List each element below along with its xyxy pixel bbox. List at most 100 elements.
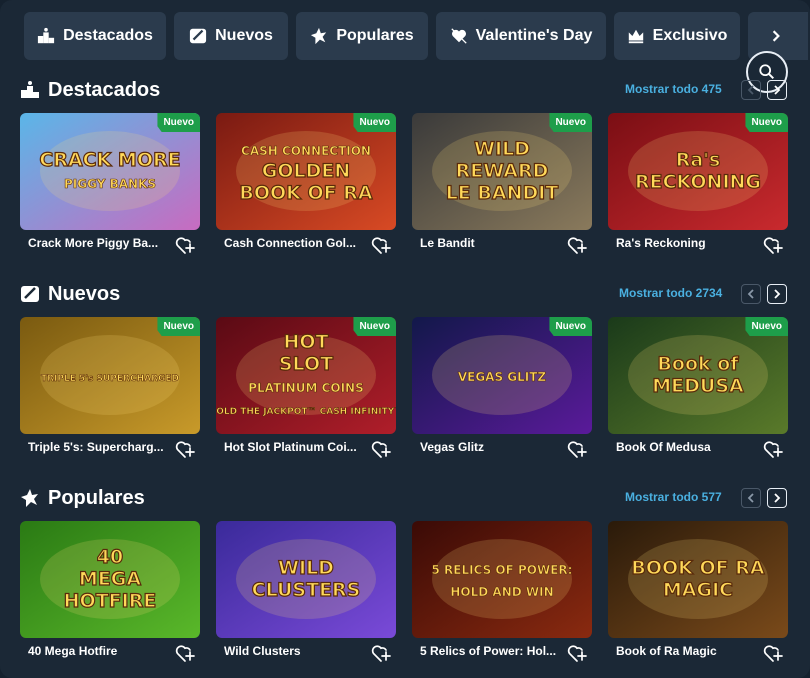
card-footer: Triple 5's: Supercharg...: [20, 438, 200, 464]
game-thumbnail[interactable]: TRIPLE 5's SUPERCHARGED Nuevo: [20, 317, 200, 434]
new-badge: Nuevo: [549, 113, 592, 132]
section-title: Destacados: [48, 78, 161, 101]
game-card[interactable]: HOT SLOT PLATINUM COINS HOLD THE JACKPOT™ C…: [216, 317, 396, 464]
tab-exclusivo[interactable]: Exclusivo: [614, 12, 740, 60]
chevron-right-icon: [772, 30, 780, 42]
star-burst-icon: [311, 27, 327, 45]
game-thumbnail[interactable]: BOOK OF RA MAGIC: [608, 521, 788, 638]
show-all-link[interactable]: Mostrar todo 475: [625, 82, 722, 96]
game-thumbnail[interactable]: 40 MEGA HOTFIRE: [20, 521, 200, 638]
show-all-link[interactable]: Mostrar todo 2734: [619, 286, 722, 300]
tab-label: Populares: [336, 27, 414, 44]
new-badge: Nuevo: [157, 317, 200, 336]
favorite-add-icon[interactable]: [566, 234, 588, 256]
game-name: 40 Mega Hotfire: [28, 644, 118, 658]
favorite-add-icon[interactable]: [174, 642, 196, 664]
favorite-add-icon[interactable]: [566, 438, 588, 460]
game-card[interactable]: 5 RELICS OF POWER: HOLD AND WIN 5 Relics o…: [412, 521, 592, 668]
favorite-add-icon[interactable]: [370, 234, 392, 256]
game-thumbnail[interactable]: CRACK MORE PIGGY BANKS Nuevo: [20, 113, 200, 230]
artwork-text: PLATINUM COINS: [248, 381, 364, 395]
card-footer: Cash Connection Gol...: [216, 234, 396, 260]
chevron-right-icon: [774, 85, 781, 95]
game-card[interactable]: CASH CONNECTION GOLDEN BOOK OF RA Nuevo Cash…: [216, 113, 396, 260]
category-tabs: Destacados Nuevos Populares Valentine's …: [24, 12, 808, 60]
artwork-text: REWARD: [456, 160, 549, 182]
game-carousel: CRACK MORE PIGGY BANKS Nuevo Crack More Pig…: [20, 113, 790, 254]
artwork-text: WILD: [278, 557, 334, 579]
favorite-add-icon[interactable]: [174, 234, 196, 256]
game-card[interactable]: VEGAS GLITZ Nuevo Vegas Glitz: [412, 317, 592, 464]
game-thumbnail[interactable]: HOT SLOT PLATINUM COINS HOLD THE JACKPOT™ C…: [216, 317, 396, 434]
favorite-add-icon[interactable]: [370, 642, 392, 664]
new-tag-icon: [21, 286, 39, 302]
game-artwork: BOOK OF RAMAGIC: [608, 521, 788, 638]
game-name: 5 Relics of Power: Hol...: [420, 644, 557, 658]
artwork-text: Ra's: [676, 149, 721, 171]
artwork-text: MEDUSA: [652, 375, 744, 397]
favorite-add-icon[interactable]: [370, 438, 392, 460]
game-carousel: TRIPLE 5's SUPERCHARGED Nuevo Triple 5's: …: [20, 317, 790, 458]
new-badge: Nuevo: [549, 317, 592, 336]
game-thumbnail[interactable]: Ra's RECKONING Nuevo: [608, 113, 788, 230]
new-badge: Nuevo: [353, 113, 396, 132]
artwork-text: HOLD AND WIN: [450, 585, 553, 599]
game-name: Cash Connection Gol...: [224, 236, 357, 250]
artwork-text: MAGIC: [663, 579, 733, 601]
tab-destacados[interactable]: Destacados: [24, 12, 166, 60]
favorite-add-icon[interactable]: [762, 642, 784, 664]
game-carousel: 40 MEGA HOTFIRE 40 Mega Hotfire WILD CLUSTERS…: [20, 521, 790, 662]
prev-arrow-button[interactable]: [741, 284, 761, 304]
favorite-add-icon[interactable]: [762, 234, 784, 256]
card-footer: Book Of Medusa: [608, 438, 788, 464]
game-card[interactable]: Ra's RECKONING Nuevo Ra's Reckoning: [608, 113, 788, 260]
heart-arrow-icon: [450, 28, 467, 44]
show-all-link[interactable]: Mostrar todo 577: [625, 490, 722, 504]
section-header: Populares: [20, 484, 145, 512]
prev-arrow-button[interactable]: [741, 488, 761, 508]
tab-nuevos[interactable]: Nuevos: [174, 12, 288, 60]
card-footer: 40 Mega Hotfire: [20, 642, 200, 668]
tab-label: Destacados: [63, 27, 153, 44]
game-card[interactable]: CRACK MORE PIGGY BANKS Nuevo Crack More Pig…: [20, 113, 200, 260]
game-name: Le Bandit: [420, 236, 475, 250]
tab-label: Valentine's Day: [475, 27, 593, 44]
card-footer: Le Bandit: [412, 234, 592, 260]
game-name: Crack More Piggy Ba...: [28, 236, 159, 250]
chevron-right-icon: [774, 289, 781, 299]
game-name: Ra's Reckoning: [616, 236, 706, 250]
game-thumbnail[interactable]: CASH CONNECTION GOLDEN BOOK OF RA Nuevo: [216, 113, 396, 230]
crown-icon: [628, 29, 643, 44]
game-card[interactable]: TRIPLE 5's SUPERCHARGED Nuevo Triple 5's: …: [20, 317, 200, 464]
game-lobby: Destacados Nuevos Populares Valentine's …: [0, 0, 810, 678]
game-thumbnail[interactable]: VEGAS GLITZ Nuevo: [412, 317, 592, 434]
game-card[interactable]: Book of MEDUSA Nuevo Book Of Medusa: [608, 317, 788, 464]
favorite-add-icon[interactable]: [762, 438, 784, 460]
card-footer: Crack More Piggy Ba...: [20, 234, 200, 260]
new-badge: Nuevo: [745, 317, 788, 336]
section-title: Populares: [48, 486, 145, 509]
game-thumbnail[interactable]: WILD CLUSTERS: [216, 521, 396, 638]
prev-arrow-button[interactable]: [741, 80, 761, 100]
artwork-text: LE BANDIT: [446, 182, 559, 204]
new-badge: Nuevo: [353, 317, 396, 336]
new-badge: Nuevo: [745, 113, 788, 132]
game-card[interactable]: WILD REWARD LE BANDIT Nuevo Le Bandit: [412, 113, 592, 260]
game-thumbnail[interactable]: 5 RELICS OF POWER: HOLD AND WIN: [412, 521, 592, 638]
tab-populares[interactable]: Populares: [296, 12, 428, 60]
next-arrow-button[interactable]: [767, 488, 787, 508]
section-header: Destacados: [20, 76, 160, 104]
next-arrow-button[interactable]: [767, 284, 787, 304]
next-arrow-button[interactable]: [767, 80, 787, 100]
favorite-add-icon[interactable]: [174, 438, 196, 460]
artwork-text: HOTFIRE: [64, 590, 157, 612]
game-thumbnail[interactable]: Book of MEDUSA Nuevo: [608, 317, 788, 434]
game-card[interactable]: WILD CLUSTERS Wild Clusters: [216, 521, 396, 668]
tab-valentines-day[interactable]: Valentine's Day: [436, 12, 606, 60]
game-card[interactable]: BOOK OF RA MAGIC Book of Ra Magic: [608, 521, 788, 668]
podium-icon: [37, 27, 55, 44]
game-thumbnail[interactable]: WILD REWARD LE BANDIT Nuevo: [412, 113, 592, 230]
favorite-add-icon[interactable]: [566, 642, 588, 664]
game-name: Wild Clusters: [224, 644, 301, 658]
game-card[interactable]: 40 MEGA HOTFIRE 40 Mega Hotfire: [20, 521, 200, 668]
